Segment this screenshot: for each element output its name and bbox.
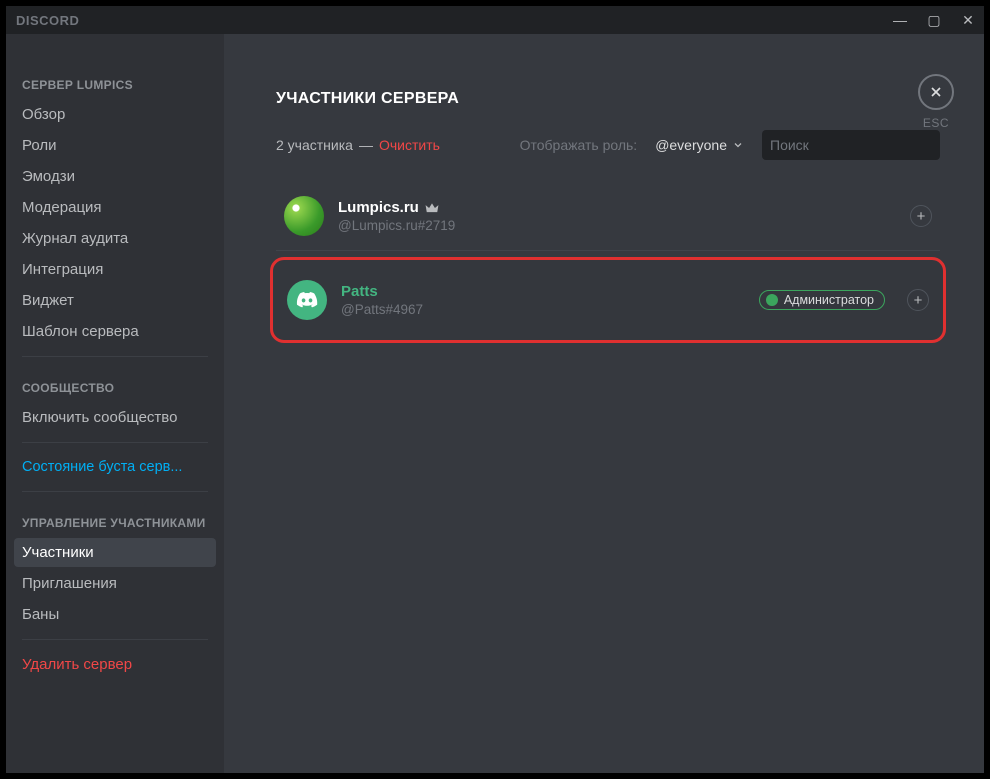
settings-sidebar: СЕРВЕР LUMPICS Обзор Роли Эмодзи Модерац… [6,34,224,773]
members-list: Lumpics.ru @Lumpics.ru#2719 + Patts @Pat… [276,182,940,343]
member-name: Lumpics.ru [338,199,498,216]
window-maximize-button[interactable]: ▢ [926,12,942,29]
sidebar-item-invites[interactable]: Приглашения [14,569,216,598]
sidebar-item-widget[interactable]: Виджет [14,286,216,315]
sidebar-header-community: СООБЩЕСТВО [14,367,216,401]
member-tag: @Patts#4967 [341,302,501,317]
esc-label: ESC [918,116,954,130]
role-filter-select[interactable]: @everyone [655,137,744,153]
member-count: 2 участника [276,137,353,153]
titlebar: DISCORD — ▢ ✕ [6,6,984,34]
role-chip-label: Администратор [784,293,874,307]
sidebar-header-member-management: УПРАВЛЕНИЕ УЧАСТНИКАМИ [14,502,216,536]
search-input[interactable] [770,137,951,153]
sidebar-header-server: СЕРВЕР LUMPICS [14,64,216,98]
close-settings-button[interactable] [918,74,954,110]
avatar [284,196,324,236]
sidebar-item-moderation[interactable]: Модерация [14,193,216,222]
chevron-down-icon [732,139,744,151]
sidebar-item-audit-log[interactable]: Журнал аудита [14,224,216,253]
search-field-wrapper[interactable] [762,130,940,160]
display-role-label: Отображать роль: [520,137,638,153]
prune-members-link[interactable]: Очистить [379,137,440,153]
sidebar-item-bans[interactable]: Баны [14,600,216,629]
sidebar-item-server-template[interactable]: Шаблон сервера [14,317,216,346]
sidebar-item-enable-community[interactable]: Включить сообщество [14,403,216,432]
close-region: ESC [918,74,954,130]
sidebar-item-roles[interactable]: Роли [14,131,216,160]
window-close-button[interactable]: ✕ [960,12,976,29]
sidebar-item-integrations[interactable]: Интеграция [14,255,216,284]
sidebar-item-boost-status[interactable]: Состояние буста серв... [14,453,216,481]
close-icon [928,84,944,100]
members-toolbar: 2 участника — Очистить Отображать роль: … [276,130,940,160]
role-filter-value: @everyone [655,137,727,153]
role-color-dot [766,294,778,306]
member-row[interactable]: Lumpics.ru @Lumpics.ru#2719 + [276,182,940,251]
avatar [287,280,327,320]
crown-icon [425,202,439,214]
add-role-button[interactable]: + [910,205,932,227]
sidebar-item-members[interactable]: Участники [14,538,216,567]
member-row[interactable]: Patts @Patts#4967 Администратор + [270,257,946,343]
main-content: УЧАСТНИКИ СЕРВЕРА 2 участника — Очистить… [224,34,984,773]
page-title: УЧАСТНИКИ СЕРВЕРА [276,90,940,108]
member-name: Patts [341,283,501,300]
sidebar-item-emoji[interactable]: Эмодзи [14,162,216,191]
discord-logo-icon [296,292,318,308]
member-tag: @Lumpics.ru#2719 [338,218,498,233]
sidebar-item-overview[interactable]: Обзор [14,100,216,129]
window-minimize-button[interactable]: — [892,12,908,29]
app-title: DISCORD [16,13,79,28]
dash-separator: — [359,137,373,153]
role-chip-administrator[interactable]: Администратор [759,290,885,310]
sidebar-item-delete-server[interactable]: Удалить сервер [14,650,216,679]
add-role-button[interactable]: + [907,289,929,311]
